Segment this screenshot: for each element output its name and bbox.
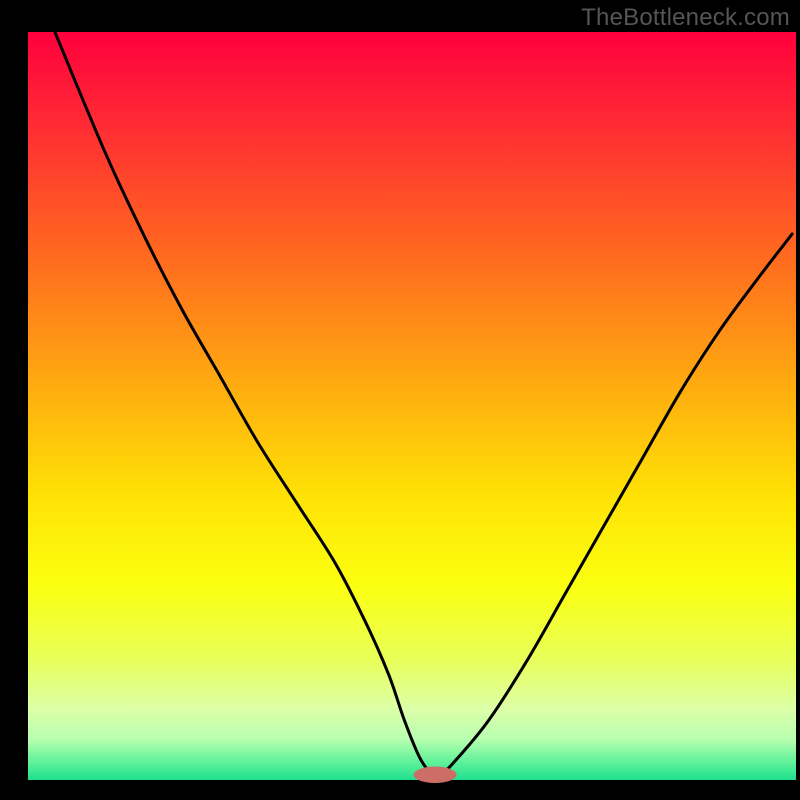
chart-svg bbox=[0, 0, 800, 800]
optimal-marker bbox=[414, 767, 457, 783]
bottleneck-chart: TheBottleneck.com bbox=[0, 0, 800, 800]
watermark-text: TheBottleneck.com bbox=[581, 4, 790, 32]
plot-background bbox=[28, 32, 796, 780]
